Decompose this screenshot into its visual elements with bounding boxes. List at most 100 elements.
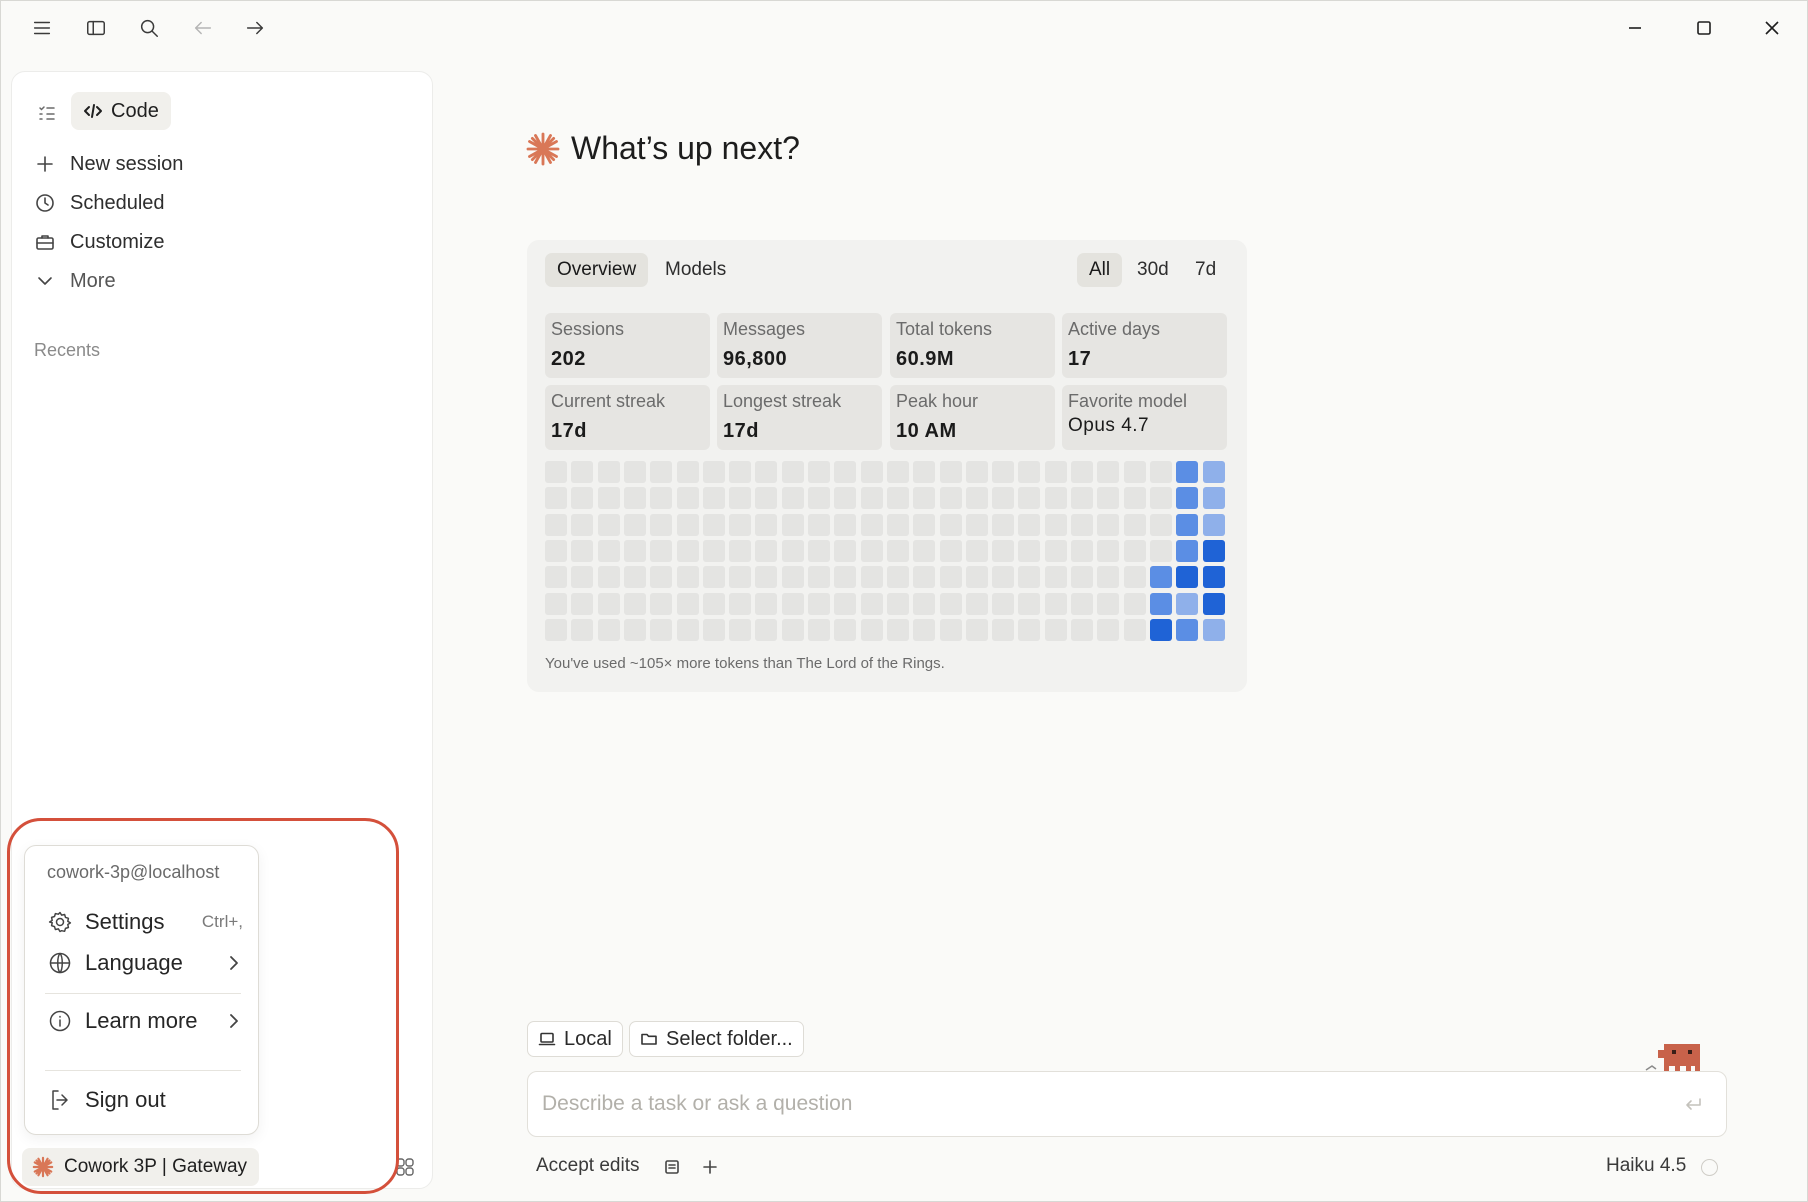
heatmap-cell bbox=[834, 619, 856, 641]
minimize-icon[interactable] bbox=[1612, 8, 1658, 48]
account-switcher[interactable]: Cowork 3P | Gateway bbox=[22, 1148, 260, 1186]
environment-selector[interactable]: Local bbox=[527, 1021, 623, 1057]
heatmap-cell bbox=[650, 540, 672, 562]
heatmap-cell bbox=[1176, 540, 1198, 562]
back-arrow-icon[interactable] bbox=[185, 10, 221, 46]
heatmap-cell bbox=[913, 619, 935, 641]
heatmap-cell bbox=[834, 540, 856, 562]
heatmap-cell bbox=[1018, 514, 1040, 536]
heatmap-cell bbox=[677, 487, 699, 509]
heatmap-cell bbox=[1045, 487, 1067, 509]
heatmap-cell bbox=[1203, 461, 1225, 483]
scheduled-nav-item[interactable]: Scheduled bbox=[34, 186, 165, 220]
stat-label: Total tokens bbox=[896, 319, 993, 339]
heatmap-cell bbox=[1176, 514, 1198, 536]
heatmap-cell bbox=[1176, 487, 1198, 509]
forward-arrow-icon[interactable] bbox=[237, 10, 273, 46]
accept-edits-toggle[interactable]: Accept edits bbox=[536, 1155, 640, 1177]
heatmap-cell bbox=[755, 566, 777, 588]
sign-out-menu-item[interactable]: Sign out bbox=[47, 1082, 243, 1118]
heatmap-cell bbox=[940, 566, 962, 588]
heatmap-cell bbox=[1150, 461, 1172, 483]
heatmap-cell bbox=[650, 487, 672, 509]
heatmap-cell bbox=[703, 514, 725, 536]
search-icon[interactable] bbox=[131, 10, 167, 46]
heatmap-cell bbox=[1124, 487, 1146, 509]
heatmap-cell bbox=[887, 566, 909, 588]
heatmap-cell bbox=[624, 514, 646, 536]
stat-value: 60.9M bbox=[896, 348, 955, 370]
heatmap-cell bbox=[992, 461, 1014, 483]
code-mode-chip[interactable]: Code bbox=[71, 92, 171, 130]
plus-icon[interactable] bbox=[701, 1158, 719, 1176]
gear-icon bbox=[48, 911, 72, 933]
learn-more-menu-item[interactable]: Learn more bbox=[47, 1003, 243, 1039]
heatmap-cell bbox=[1150, 566, 1172, 588]
settings-menu-item[interactable]: Settings Ctrl+, bbox=[47, 904, 243, 940]
heatmap-cell bbox=[650, 461, 672, 483]
heatmap-cell bbox=[598, 619, 620, 641]
heatmap-cell bbox=[913, 514, 935, 536]
account-email: cowork-3p@localhost bbox=[47, 862, 220, 882]
heatmap-cell bbox=[1176, 461, 1198, 483]
close-icon[interactable] bbox=[1749, 8, 1795, 48]
heatmap-cell bbox=[755, 593, 777, 615]
stat-value: 17 bbox=[1068, 348, 1092, 370]
range-all[interactable]: All bbox=[1077, 253, 1123, 287]
range-7d[interactable]: 7d bbox=[1183, 253, 1228, 287]
heatmap-cell bbox=[1018, 461, 1040, 483]
sidebar-toggle-icon[interactable] bbox=[78, 10, 114, 46]
language-menu-item[interactable]: Language bbox=[47, 945, 243, 981]
new-session-button[interactable]: New session bbox=[34, 147, 183, 181]
heatmap-cell bbox=[966, 566, 988, 588]
task-list-icon[interactable] bbox=[34, 100, 60, 126]
heatmap-cell bbox=[1203, 540, 1225, 562]
heatmap-cell bbox=[782, 461, 804, 483]
heatmap-cell bbox=[1124, 540, 1146, 562]
clock-icon bbox=[36, 194, 54, 212]
heatmap-cell bbox=[940, 514, 962, 536]
model-selector[interactable]: Haiku 4.5 bbox=[1606, 1155, 1686, 1177]
heatmap-cell bbox=[624, 461, 646, 483]
heatmap-cell bbox=[808, 487, 830, 509]
chevron-right-icon bbox=[230, 1014, 238, 1028]
prompt-input[interactable] bbox=[542, 1084, 1662, 1124]
scheduled-label: Scheduled bbox=[70, 191, 165, 214]
enter-icon[interactable] bbox=[1682, 1094, 1704, 1116]
heatmap-cell bbox=[861, 619, 883, 641]
heatmap-cell bbox=[834, 461, 856, 483]
heatmap-cell bbox=[913, 461, 935, 483]
heatmap-cell bbox=[1018, 619, 1040, 641]
heatmap-cell bbox=[1071, 487, 1093, 509]
heatmap-cell bbox=[887, 540, 909, 562]
more-nav-item[interactable]: More bbox=[34, 264, 116, 298]
heatmap-cell bbox=[1124, 593, 1146, 615]
customize-nav-item[interactable]: Customize bbox=[34, 225, 164, 259]
stat-label: Peak hour bbox=[896, 391, 979, 411]
heatmap-cell bbox=[913, 593, 935, 615]
heatmap-cell bbox=[861, 593, 883, 615]
heatmap-cell bbox=[940, 593, 962, 615]
document-icon[interactable] bbox=[663, 1158, 681, 1176]
learn-more-label: Learn more bbox=[85, 1008, 198, 1033]
menu-icon[interactable] bbox=[24, 10, 60, 46]
heatmap-cell bbox=[887, 514, 909, 536]
heatmap-cell bbox=[808, 593, 830, 615]
heatmap-cell bbox=[545, 461, 567, 483]
maximize-icon[interactable] bbox=[1681, 8, 1727, 48]
heatmap-cell bbox=[782, 487, 804, 509]
heatmap-cell bbox=[571, 566, 593, 588]
claude-logo-icon bbox=[526, 132, 560, 165]
heatmap-cell bbox=[545, 619, 567, 641]
select-folder-label: Select folder... bbox=[666, 1027, 793, 1050]
page-title: What’s up next? bbox=[571, 130, 800, 166]
tab-models[interactable]: Models bbox=[653, 253, 738, 287]
tab-overview[interactable]: Overview bbox=[545, 253, 649, 287]
heatmap-cell bbox=[782, 514, 804, 536]
heatmap-cell bbox=[913, 487, 935, 509]
heatmap-cell bbox=[992, 540, 1014, 562]
stat-sessions: Sessions 202 bbox=[545, 313, 710, 378]
range-30d[interactable]: 30d bbox=[1125, 253, 1181, 287]
select-folder-button[interactable]: Select folder... bbox=[629, 1021, 804, 1057]
apps-icon[interactable] bbox=[394, 1156, 416, 1178]
